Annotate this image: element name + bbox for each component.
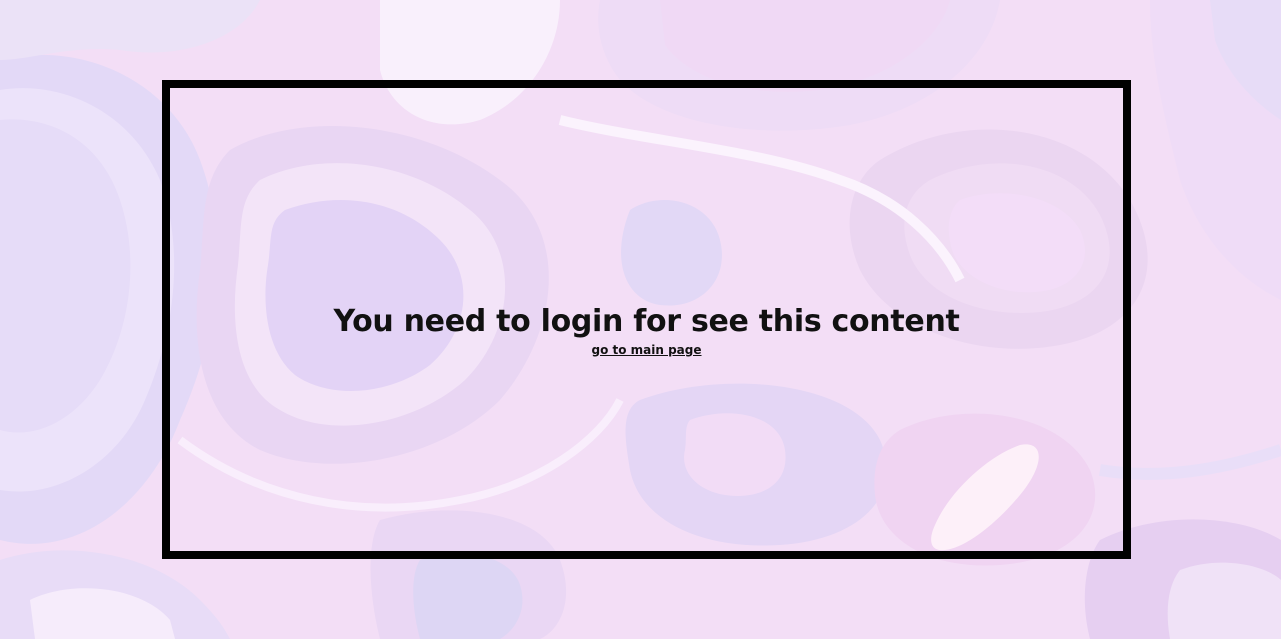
login-required-message: You need to login for see this content [333, 303, 960, 339]
login-required-panel: You need to login for see this content g… [162, 80, 1131, 559]
go-to-main-page-link[interactable]: go to main page [591, 343, 701, 357]
